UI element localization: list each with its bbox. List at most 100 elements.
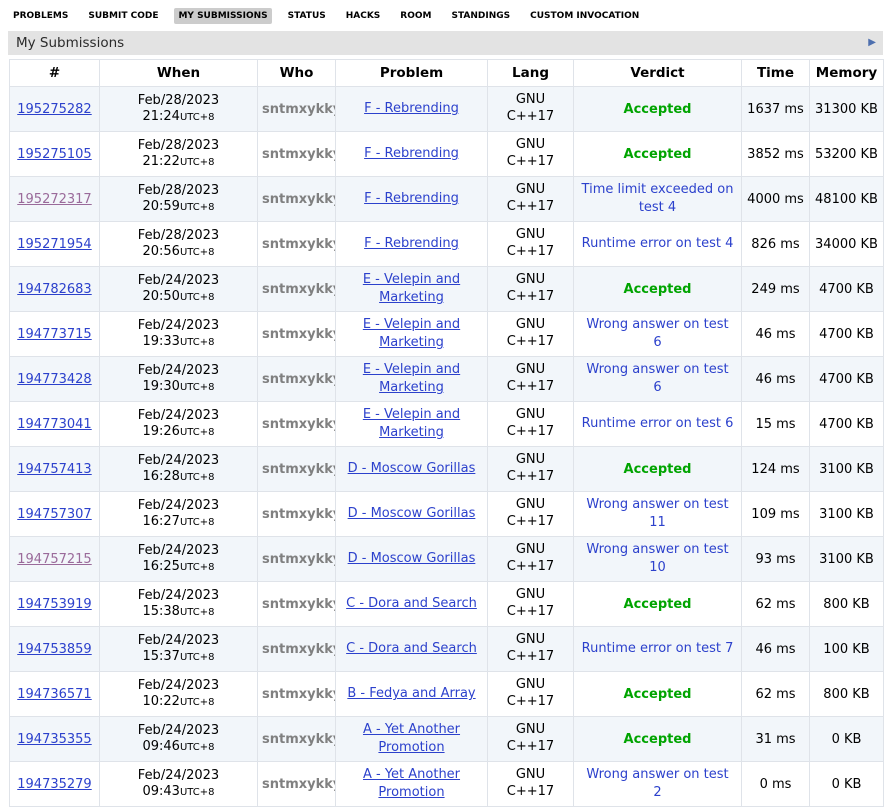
cell-lang: GNU C++17 [488, 717, 574, 762]
user-handle-link[interactable]: sntmxykky [262, 642, 336, 657]
user-handle-link[interactable]: sntmxykky [262, 282, 336, 297]
problem-link[interactable]: F - Rebrending [364, 145, 459, 163]
cell-problem: D - Moscow Gorillas [336, 537, 488, 582]
problem-link[interactable]: E - Velepin and Marketing [344, 406, 479, 441]
problem-link[interactable]: D - Moscow Gorillas [348, 505, 476, 523]
problem-link[interactable]: E - Velepin and Marketing [344, 271, 479, 306]
cell-when: Feb/24/202316:25UTC+8 [100, 537, 258, 582]
problem-link[interactable]: E - Velepin and Marketing [344, 316, 479, 351]
submission-id-link[interactable]: 194773715 [17, 327, 91, 342]
cell-when: Feb/28/202321:24UTC+8 [100, 87, 258, 132]
submission-date: Feb/28/2023 [104, 183, 253, 199]
language-label: GNU C++17 [505, 632, 557, 666]
problem-link[interactable]: D - Moscow Gorillas [348, 460, 476, 478]
problem-link[interactable]: F - Rebrending [364, 190, 459, 208]
user-handle-link[interactable]: sntmxykky [262, 462, 336, 477]
nav-item-submit-code[interactable]: SUBMIT CODE [84, 8, 162, 24]
cell-memory: 4700 KB [810, 312, 884, 357]
problem-link[interactable]: E - Velepin and Marketing [344, 361, 479, 396]
problem-link[interactable]: A - Yet Another Promotion [344, 766, 479, 801]
user-handle-link[interactable]: sntmxykky [262, 147, 336, 162]
user-handle-link[interactable]: sntmxykky [262, 597, 336, 612]
cell-verdict: Runtime error on test 7 [574, 627, 742, 672]
cell-time: 31 ms [742, 717, 810, 762]
cell-when: Feb/24/202320:50UTC+8 [100, 267, 258, 312]
submission-time: 20:59UTC+8 [104, 199, 253, 216]
user-handle-link[interactable]: sntmxykky [262, 102, 336, 117]
submission-id-link[interactable]: 194757215 [17, 552, 91, 567]
nav-item-hacks[interactable]: HACKS [342, 8, 385, 24]
cell-submission-id: 194773428 [10, 357, 100, 402]
collapse-arrow-icon[interactable]: ▶ [868, 38, 876, 48]
cell-lang: GNU C++17 [488, 267, 574, 312]
nav-item-room[interactable]: ROOM [396, 8, 435, 24]
problem-link[interactable]: F - Rebrending [364, 235, 459, 253]
problem-link[interactable]: A - Yet Another Promotion [344, 721, 479, 756]
user-handle-link[interactable]: sntmxykky [262, 687, 336, 702]
submission-date: Feb/24/2023 [104, 768, 253, 784]
submission-id-link[interactable]: 194773428 [17, 372, 91, 387]
cell-verdict: Wrong answer on test 10 [574, 537, 742, 582]
cell-verdict: Wrong answer on test 2 [574, 762, 742, 807]
submission-id-link[interactable]: 194782683 [17, 282, 91, 297]
cell-time: 46 ms [742, 357, 810, 402]
nav-item-my-submissions[interactable]: MY SUBMISSIONS [174, 8, 271, 24]
verdict-text: Wrong answer on test 6 [582, 361, 734, 396]
nav-item-problems[interactable]: PROBLEMS [9, 8, 72, 24]
cell-submission-id: 194773041 [10, 402, 100, 447]
cell-memory: 3100 KB [810, 447, 884, 492]
cell-time: 826 ms [742, 222, 810, 267]
cell-verdict: Accepted [574, 717, 742, 762]
submission-id-link[interactable]: 194736571 [17, 687, 91, 702]
cell-submission-id: 194773715 [10, 312, 100, 357]
cell-problem: E - Velepin and Marketing [336, 357, 488, 402]
user-handle-link[interactable]: sntmxykky [262, 732, 336, 747]
nav-item-custom-invocation[interactable]: CUSTOM INVOCATION [526, 8, 643, 24]
cell-who: sntmxykky [258, 132, 336, 177]
cell-who: sntmxykky [258, 357, 336, 402]
submission-date: Feb/24/2023 [104, 588, 253, 604]
submission-id-link[interactable]: 194735279 [17, 777, 91, 792]
submission-id-link[interactable]: 195272317 [17, 192, 91, 207]
user-handle-link[interactable]: sntmxykky [262, 507, 336, 522]
column-header-when: When [100, 60, 258, 87]
problem-link[interactable]: F - Rebrending [364, 100, 459, 118]
submission-time: 21:24UTC+8 [104, 109, 253, 126]
user-handle-link[interactable]: sntmxykky [262, 777, 336, 792]
cell-lang: GNU C++17 [488, 357, 574, 402]
user-handle-link[interactable]: sntmxykky [262, 192, 336, 207]
cell-memory: 4700 KB [810, 357, 884, 402]
problem-link[interactable]: D - Moscow Gorillas [348, 550, 476, 568]
user-handle-link[interactable]: sntmxykky [262, 552, 336, 567]
cell-submission-id: 194757307 [10, 492, 100, 537]
cell-problem: F - Rebrending [336, 222, 488, 267]
cell-verdict: Runtime error on test 4 [574, 222, 742, 267]
nav-item-standings[interactable]: STANDINGS [448, 8, 515, 24]
column-header-who: Who [258, 60, 336, 87]
nav-item-status[interactable]: STATUS [284, 8, 330, 24]
language-label: GNU C++17 [505, 92, 557, 126]
submission-id-link[interactable]: 194757307 [17, 507, 91, 522]
timezone-label: UTC+8 [180, 742, 215, 753]
timezone-label: UTC+8 [180, 157, 215, 168]
verdict-text: Accepted [624, 597, 692, 612]
problem-link[interactable]: C - Dora and Search [346, 595, 477, 613]
user-handle-link[interactable]: sntmxykky [262, 372, 336, 387]
problem-link[interactable]: C - Dora and Search [346, 640, 477, 658]
submission-id-link[interactable]: 195271954 [17, 237, 91, 252]
submission-row: 194773428Feb/24/202319:30UTC+8sntmxykkyE… [10, 357, 884, 402]
submission-row: 194757413Feb/24/202316:28UTC+8sntmxykkyD… [10, 447, 884, 492]
user-handle-link[interactable]: sntmxykky [262, 237, 336, 252]
user-handle-link[interactable]: sntmxykky [262, 327, 336, 342]
submission-id-link[interactable]: 195275282 [17, 102, 91, 117]
submission-id-link[interactable]: 194773041 [17, 417, 91, 432]
user-handle-link[interactable]: sntmxykky [262, 417, 336, 432]
language-label: GNU C++17 [505, 272, 557, 306]
submission-id-link[interactable]: 194753859 [17, 642, 91, 657]
submission-id-link[interactable]: 195275105 [17, 147, 91, 162]
submission-id-link[interactable]: 194735355 [17, 732, 91, 747]
cell-submission-id: 194757215 [10, 537, 100, 582]
problem-link[interactable]: B - Fedya and Array [347, 685, 475, 703]
submission-id-link[interactable]: 194757413 [17, 462, 91, 477]
submission-id-link[interactable]: 194753919 [17, 597, 91, 612]
